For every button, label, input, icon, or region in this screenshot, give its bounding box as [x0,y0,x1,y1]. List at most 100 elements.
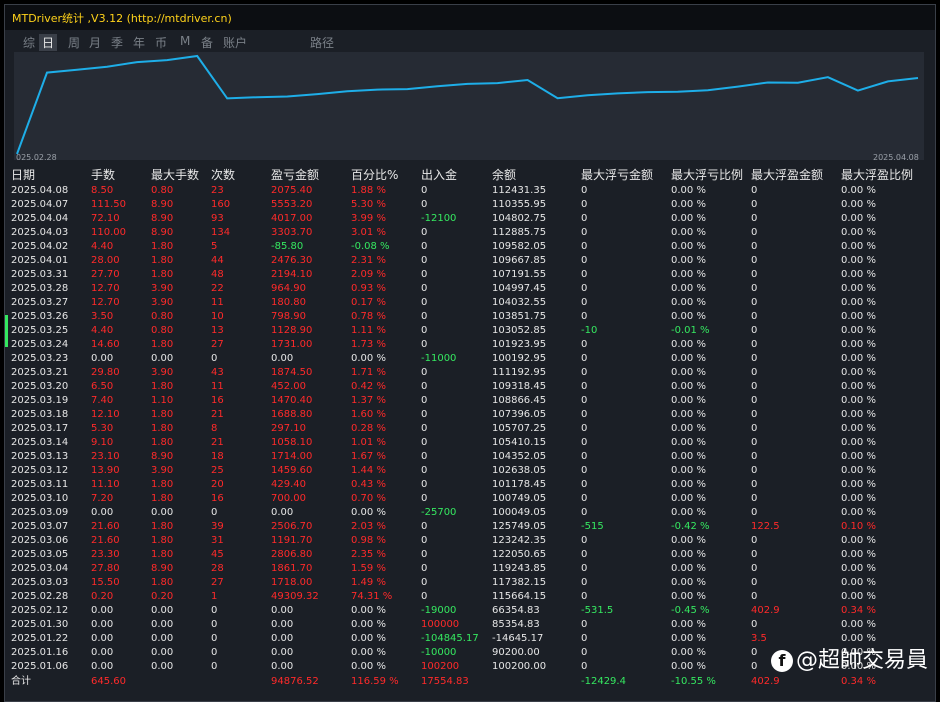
table-cell: 11 [211,297,224,308]
column-header[interactable]: 最大浮盈金额 [751,167,841,184]
table-row[interactable]: 2025.03.17 5.30 1.80 8 297.10 0.28 % 0 105707.2… [5,422,935,436]
table-cell: -11000 [421,353,457,364]
column-header[interactable]: 日期 [5,167,91,184]
table-cell: 2506.70 [271,521,313,532]
column-header[interactable]: 最大浮盈比例 [841,167,935,184]
table-cell: 0.00 % [671,535,706,546]
table-row[interactable]: 2025.03.25 4.40 0.80 13 1128.90 1.11 % 0 103052… [5,324,935,338]
table-row[interactable]: 2025.03.07 21.60 1.80 39 2506.70 2.03 % 0 12574… [5,520,935,534]
tab-0[interactable]: 综 [23,34,35,51]
column-header[interactable]: 次数 [211,167,271,184]
tab-7[interactable]: M [180,34,190,48]
table-cell: 93 [211,213,224,224]
table-row[interactable]: 2025.03.31 27.70 1.80 48 2194.10 2.09 % 0 10719… [5,268,935,282]
table-row[interactable]: 2025.03.06 21.60 1.80 31 1191.70 0.98 % 0 12324… [5,534,935,548]
table-cell: 0 [751,311,758,322]
table-cell: 100192.95 [492,353,547,364]
table-cell: 3.01 % [351,227,386,238]
tab-8[interactable]: 备 [201,34,213,51]
table-row[interactable]: 2025.03.24 14.60 1.80 27 1731.00 1.73 % 0 10192… [5,338,935,352]
table-row[interactable]: 2025.03.10 7.20 1.80 16 700.00 0.70 % 0 100749.… [5,492,935,506]
table-row[interactable]: 2025.03.23 0.00 0.00 0 0.00 0.00 % -11000 10019… [5,352,935,366]
tab-2[interactable]: 周 [68,34,80,51]
tab-5[interactable]: 年 [133,34,145,51]
table-row[interactable]: 2025.03.03 15.50 1.80 27 1718.00 1.49 % 0 11738… [5,576,935,590]
table-row[interactable]: 2025.02.28 0.20 0.20 1 49309.32 74.31 % 0 11566… [5,590,935,604]
column-header[interactable]: 百分比% [351,167,421,184]
table-row[interactable]: 2025.03.14 9.10 1.80 21 1058.10 1.01 % 0 105410… [5,436,935,450]
table-cell: 1688.80 [271,409,313,420]
table-cell: 134 [211,227,231,238]
table-row[interactable]: 2025.03.05 23.30 1.80 45 2806.80 2.35 % 0 12205… [5,548,935,562]
table-cell: 0.00 % [841,367,876,378]
table-row[interactable]: 2025.04.04 72.10 8.90 93 4017.00 3.99 % -12100… [5,212,935,226]
table-cell: 11.10 [91,479,120,490]
table-cell: 0.00 % [841,325,876,336]
tab-4[interactable]: 季 [111,34,123,51]
table-cell: 4017.00 [271,213,313,224]
table-row[interactable]: 2025.03.11 11.10 1.80 20 429.40 0.43 % 0 101178… [5,478,935,492]
table-cell: 0.00 % [671,647,706,658]
table-cell: 0.00 % [841,283,876,294]
table-cell: 90200.00 [492,647,540,658]
table-cell: 0.00 [151,633,174,644]
table-cell: 2.35 % [351,549,386,560]
table-row[interactable]: 2025.02.12 0.00 0.00 0 0.00 0.00 % -19000 66354… [5,604,935,618]
table-cell: 2025.03.23 [11,353,69,364]
table-cell: 0 [421,227,428,238]
table-row[interactable]: 2025.03.18 12.10 1.80 21 1688.80 1.60 % 0 10739… [5,408,935,422]
tab-9[interactable]: 账户 [223,34,247,51]
window-title: MTDriver统计 ,V3.12 (http://mtdriver.cn) [12,12,232,25]
table-cell: 0 [421,437,428,448]
column-header[interactable]: 手数 [91,167,151,184]
tab-6[interactable]: 币 [155,34,167,51]
tab-3[interactable]: 月 [89,34,101,51]
table-row[interactable]: 2025.03.28 12.70 3.90 22 964.90 0.93 % 0 104997… [5,282,935,296]
column-header[interactable]: 出入金 [421,167,492,184]
tab-1[interactable]: 日 [39,34,58,51]
table-cell: 27.80 [91,563,120,574]
table-cell: 0.00 % [351,353,386,364]
column-header[interactable]: 最大浮亏比例 [671,167,751,184]
tab-10[interactable]: 路径 [310,34,334,51]
table-row[interactable]: 2025.03.26 3.50 0.80 10 798.90 0.78 % 0 103851.… [5,310,935,324]
table-row[interactable]: 2025.04.02 4.40 1.80 5 -85.80 -0.08 % 0 109582.… [5,240,935,254]
table-cell: 0 [751,577,758,588]
table-cell: 0 [751,185,758,196]
table-row[interactable]: 2025.03.13 23.10 8.90 18 1714.00 1.67 % 0 10435… [5,450,935,464]
table-cell: 1.59 % [351,563,386,574]
table-row[interactable]: 2025.03.12 13.90 3.90 25 1459.60 1.44 % 0 10263… [5,464,935,478]
column-header[interactable]: 盈亏金额 [271,167,351,184]
table-cell: 0.00 [271,353,294,364]
table-cell: 0.20 [91,591,114,602]
table-cell: 0.00 % [351,605,386,616]
table-row[interactable]: 2025.04.01 28.00 1.80 44 2476.30 2.31 % 0 10966… [5,254,935,268]
table-row[interactable]: 2025.03.27 12.70 3.90 11 180.80 0.17 % 0 104032… [5,296,935,310]
table-cell: 0.17 % [351,297,386,308]
table-cell: 12.10 [91,409,120,420]
brand-logo-icon: f [770,650,793,672]
table-row[interactable]: 2025.03.20 6.50 1.80 11 452.00 0.42 % 0 109318.… [5,380,935,394]
column-header[interactable]: 最大手数 [151,167,211,184]
table-cell: 0.80 [151,325,174,336]
table-row[interactable]: 2025.03.21 29.80 3.90 43 1874.50 1.71 % 0 11119… [5,366,935,380]
table-cell: 21.60 [91,521,120,532]
table-row[interactable]: 2025.03.19 7.40 1.10 16 1470.40 1.37 % 0 108866… [5,394,935,408]
table-cell: 0 [211,619,218,630]
table-cell: 0 [581,633,588,644]
table-cell: 105410.15 [492,437,547,448]
table-cell: 104352.05 [492,451,547,462]
table-cell: 2.03 % [351,521,386,532]
table-row[interactable]: 2025.04.07 111.50 8.90 160 5553.20 5.30 % 0 110… [5,198,935,212]
table-row[interactable]: 2025.03.04 27.80 8.90 28 1861.70 1.59 % 0 11924… [5,562,935,576]
column-header[interactable]: 最大浮亏金额 [581,167,671,184]
table-cell: 0 [421,381,428,392]
table-row[interactable]: 2025.03.09 0.00 0.00 0 0.00 0.00 % -25700 10004… [5,506,935,520]
table-row[interactable]: 2025.04.03 110.00 8.90 134 3303.70 3.01 % 0 112… [5,226,935,240]
table-cell: 0.00 % [841,423,876,434]
total-cell: 116.59 % [351,676,399,687]
table-row[interactable]: 2025.04.08 8.50 0.80 23 2075.40 1.88 % 0 112431… [5,184,935,198]
table-row[interactable]: 2025.01.30 0.00 0.00 0 0.00 0.00 % 100000 85354… [5,618,935,632]
column-header[interactable]: 余额 [492,167,581,184]
table-cell: 0.00 % [841,311,876,322]
